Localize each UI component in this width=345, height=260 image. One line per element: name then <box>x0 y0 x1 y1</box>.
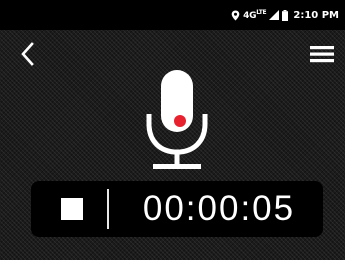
chevron-left-icon <box>20 42 34 70</box>
recording-indicator <box>174 115 186 127</box>
status-time: 2:10 PM <box>293 9 339 21</box>
battery-icon <box>282 9 289 21</box>
stop-button[interactable] <box>61 198 83 220</box>
location-icon <box>231 10 240 21</box>
recording-timer-panel: 00:00:05 <box>31 181 323 237</box>
signal-icon <box>269 10 280 20</box>
elapsed-time: 00:00:05 <box>142 189 296 228</box>
hamburger-menu-icon <box>310 45 334 67</box>
divider <box>107 189 109 229</box>
network-type: 4GLTE <box>243 9 267 21</box>
status-icons: 4GLTE 2:10 PM <box>231 0 339 30</box>
menu-button[interactable] <box>309 44 335 68</box>
status-bar: 4GLTE 2:10 PM <box>0 0 345 30</box>
back-button[interactable] <box>16 42 38 70</box>
microphone-icon <box>139 66 215 176</box>
